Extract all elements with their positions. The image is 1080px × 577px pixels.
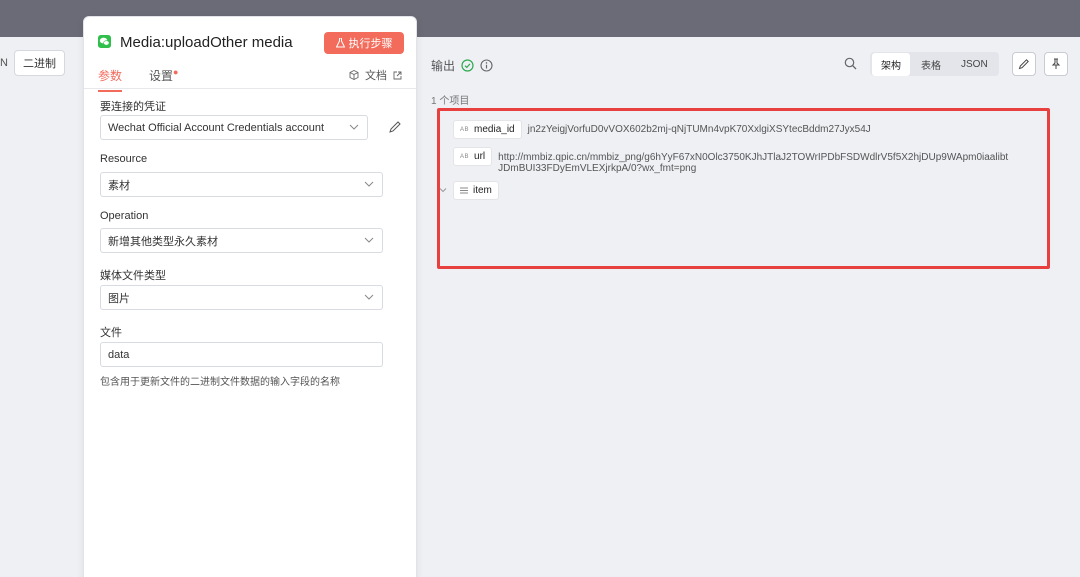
- output-row-url: AB url http://mmbiz.qpic.cn/mmbiz_png/g6…: [453, 147, 1068, 174]
- resource-value: 素材: [108, 179, 130, 192]
- file-label: 文件: [100, 327, 122, 339]
- file-hint: 包含用于更新文件的二进制文件数据的输入字段的名称: [100, 377, 340, 388]
- previous-node-output-strip: N 二进制: [0, 50, 65, 76]
- url-line-2: JDmBUI33FDyEmVLEXjrkpA/0?wx_fmt=png: [498, 163, 697, 174]
- search-icon[interactable]: [844, 57, 857, 70]
- field-value: jn2zYeigjVorfuD0vVOX602b2mj-qNjTUMn4vpK7…: [527, 124, 871, 135]
- chevron-down-icon: [364, 294, 374, 300]
- output-row-media-id: AB media_id jn2zYeigjVorfuD0vVOX602b2mj-…: [453, 120, 871, 139]
- edit-credential-icon[interactable]: [388, 120, 402, 134]
- unsaved-dot-icon: ●: [173, 67, 179, 77]
- view-tab-schema[interactable]: 架构: [872, 52, 910, 76]
- media-type-value: 图片: [108, 292, 130, 305]
- string-type-icon: AB: [460, 153, 470, 160]
- flask-icon: [335, 38, 345, 48]
- cube-icon: [349, 70, 359, 80]
- field-key: item: [473, 185, 492, 196]
- panel-tabs: 参数 设置● 文档: [84, 63, 416, 92]
- external-link-icon: [393, 71, 402, 79]
- success-check-icon: [461, 59, 474, 72]
- list-icon: [460, 187, 468, 194]
- operation-value: 新增其他类型永久素材: [108, 235, 218, 248]
- field-key: url: [474, 151, 486, 162]
- node-parameters-panel: Media:uploadOther media 执行步骤 参数 设置● 文档 要…: [83, 16, 417, 577]
- info-icon[interactable]: [480, 59, 493, 72]
- binary-tab[interactable]: 二进制: [13, 50, 65, 76]
- view-tab-table[interactable]: 表格: [912, 53, 950, 76]
- execute-step-label: 执行步骤: [348, 38, 393, 50]
- output-header: 输出: [431, 57, 493, 74]
- file-value: data: [108, 348, 130, 361]
- operation-label: Operation: [100, 210, 149, 222]
- field-pill-item[interactable]: item: [453, 181, 499, 200]
- credential-select[interactable]: Wechat Official Account Credentials acco…: [100, 115, 368, 140]
- media-type-label: 媒体文件类型: [100, 270, 166, 282]
- credential-label: 要连接的凭证: [100, 101, 166, 113]
- media-type-select[interactable]: 图片: [100, 285, 383, 310]
- field-value: http://mmbiz.qpic.cn/mmbiz_png/g6hYyF67x…: [498, 147, 1068, 174]
- view-tab-json[interactable]: JSON: [952, 55, 997, 74]
- chevron-down-icon: [364, 237, 374, 243]
- pin-output-button[interactable]: [1044, 52, 1068, 76]
- field-pill-url[interactable]: AB url: [453, 147, 493, 166]
- output-row-item: item: [453, 181, 499, 200]
- operation-select[interactable]: 新增其他类型永久素材: [100, 228, 383, 253]
- docs-link[interactable]: 文档: [349, 67, 402, 83]
- tab-params[interactable]: 参数: [98, 67, 123, 92]
- node-title: Media:uploadOther media: [120, 34, 293, 51]
- resource-select[interactable]: 素材: [100, 172, 383, 197]
- pencil-icon: [1018, 59, 1029, 70]
- credential-value: Wechat Official Account Credentials acco…: [108, 121, 325, 134]
- execute-step-button[interactable]: 执行步骤: [324, 32, 404, 54]
- chevron-down-icon: [364, 181, 374, 187]
- field-key: media_id: [474, 124, 515, 135]
- item-count: 1 个项目: [431, 96, 470, 107]
- output-title: 输出: [431, 59, 456, 73]
- field-pill-media-id[interactable]: AB media_id: [453, 120, 522, 139]
- docs-label: 文档: [365, 70, 387, 82]
- partial-json-tab[interactable]: N: [0, 57, 8, 69]
- resource-label: Resource: [100, 153, 148, 165]
- file-input[interactable]: data: [100, 342, 383, 367]
- chevron-down-icon[interactable]: [439, 186, 447, 194]
- chevron-down-icon: [349, 124, 359, 130]
- pin-icon: [1051, 58, 1061, 69]
- view-mode-switch: 架构 表格 JSON: [870, 52, 999, 76]
- tab-settings[interactable]: 设置●: [149, 67, 178, 84]
- tab-settings-label: 设置: [149, 69, 174, 83]
- wechat-icon: [98, 35, 111, 48]
- string-type-icon: AB: [460, 126, 470, 133]
- edit-output-button[interactable]: [1012, 52, 1036, 76]
- url-line-1: http://mmbiz.qpic.cn/mmbiz_png/g6hYyF67x…: [498, 152, 1009, 163]
